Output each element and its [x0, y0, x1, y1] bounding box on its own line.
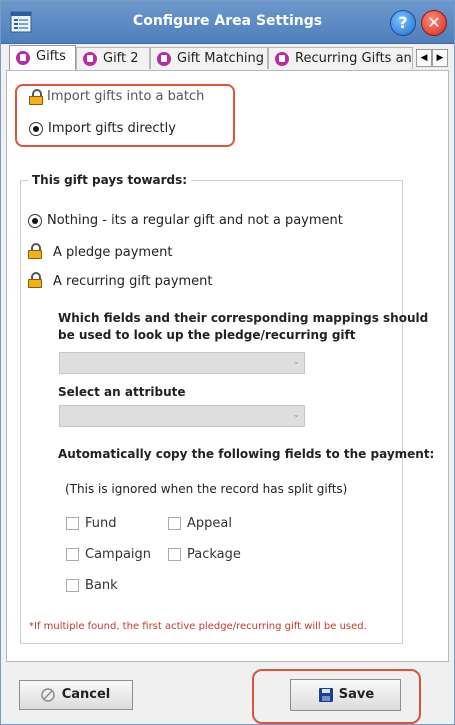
lock-icon	[28, 243, 42, 259]
gift-tab-icon	[83, 52, 97, 66]
copy-field-package[interactable]: Package	[168, 547, 241, 562]
copy-field-appeal[interactable]: Appeal	[168, 516, 232, 531]
checkbox-label: Appeal	[187, 516, 232, 531]
help-icon[interactable]: ?	[390, 10, 416, 36]
tab-scroll-left-icon[interactable]: ◀	[416, 49, 432, 67]
checkbox-label: Package	[187, 547, 241, 562]
lookup-fields-dropdown[interactable]: ⌄	[59, 352, 305, 374]
chevron-down-icon: ⌄	[292, 357, 300, 367]
footer-bar: Cancel Save	[1, 662, 454, 724]
title-bar: Configure Area Settings ? ✕	[1, 1, 454, 44]
appeal-checkbox[interactable]	[168, 517, 181, 530]
tab-bar: Gifts Gift 2 Gift Matching Recurring Gif…	[1, 44, 454, 70]
save-label: Save	[338, 687, 375, 702]
cancel-icon	[41, 688, 55, 702]
attribute-label: Select an attribute	[58, 385, 186, 399]
checkbox-label: Fund	[85, 516, 117, 531]
package-checkbox[interactable]	[168, 548, 181, 561]
option-label: Import gifts directly	[48, 121, 176, 136]
campaign-checkbox[interactable]	[66, 548, 79, 561]
option-label: A recurring gift payment	[53, 274, 213, 289]
save-icon	[319, 688, 333, 702]
split-gifts-note: (This is ignored when the record has spl…	[65, 482, 348, 496]
payment-option-recurring: A recurring gift payment	[53, 274, 213, 289]
lookup-fields-label: Which fields and their corresponding map…	[58, 310, 428, 344]
import-directly-option[interactable]: Import gifts directly	[29, 121, 176, 136]
pays-towards-legend: This gift pays towards:	[28, 173, 192, 187]
import-directly-radio[interactable]	[29, 122, 43, 136]
window-title: Configure Area Settings	[132, 13, 323, 29]
lock-icon	[28, 272, 42, 288]
copy-field-bank[interactable]: Bank	[66, 578, 118, 593]
checkbox-label: Campaign	[85, 547, 152, 562]
tab-label: Gift Matching	[177, 51, 265, 66]
tab-label: Recurring Gifts and	[295, 51, 413, 66]
tab-label: Gift 2	[103, 51, 139, 66]
cancel-label: Cancel	[61, 687, 111, 702]
option-label: A pledge payment	[53, 245, 173, 260]
lock-icon	[29, 89, 43, 105]
lookup-label-line: be used to look up the pledge/recurring …	[58, 328, 356, 342]
gift-tab-icon	[275, 52, 289, 66]
attribute-dropdown[interactable]: ⌄	[59, 405, 305, 427]
chevron-down-icon: ⌄	[292, 410, 300, 420]
tab-gifts[interactable]: Gifts	[9, 45, 76, 70]
lookup-label-line: Which fields and their corresponding map…	[58, 311, 429, 325]
copy-fields-label: Automatically copy the following fields …	[58, 447, 435, 461]
tab-label: Gifts	[36, 49, 66, 64]
tab-recurring-gifts[interactable]: Recurring Gifts and	[268, 47, 413, 69]
copy-field-fund[interactable]: Fund	[66, 516, 117, 531]
fund-checkbox[interactable]	[66, 517, 79, 530]
checkbox-label: Bank	[85, 578, 118, 593]
import-into-batch-option[interactable]: Import gifts into a batch	[47, 89, 204, 104]
tab-gift-matching[interactable]: Gift Matching	[150, 47, 268, 69]
tab-scroll-right-icon[interactable]: ▶	[432, 49, 448, 67]
option-label: Nothing - its a regular gift and not a p…	[47, 213, 343, 228]
close-icon[interactable]: ✕	[421, 10, 447, 36]
nothing-radio[interactable]	[28, 214, 42, 228]
option-label: Import gifts into a batch	[47, 89, 205, 104]
save-button[interactable]: Save	[290, 679, 401, 711]
copy-field-campaign[interactable]: Campaign	[66, 547, 151, 562]
cancel-button[interactable]: Cancel	[19, 680, 133, 710]
gift-tab-icon	[157, 52, 171, 66]
multiple-found-footnote: *If multiple found, the first active ple…	[29, 621, 367, 632]
configure-area-settings-window: Configure Area Settings ? ✕ Gifts Gift 2…	[0, 0, 455, 725]
bank-checkbox[interactable]	[66, 579, 79, 592]
payment-option-pledge: A pledge payment	[53, 245, 172, 260]
payment-option-nothing[interactable]: Nothing - its a regular gift and not a p…	[28, 213, 343, 228]
tab-gift-2[interactable]: Gift 2	[76, 47, 150, 69]
gift-tab-icon	[16, 51, 30, 65]
